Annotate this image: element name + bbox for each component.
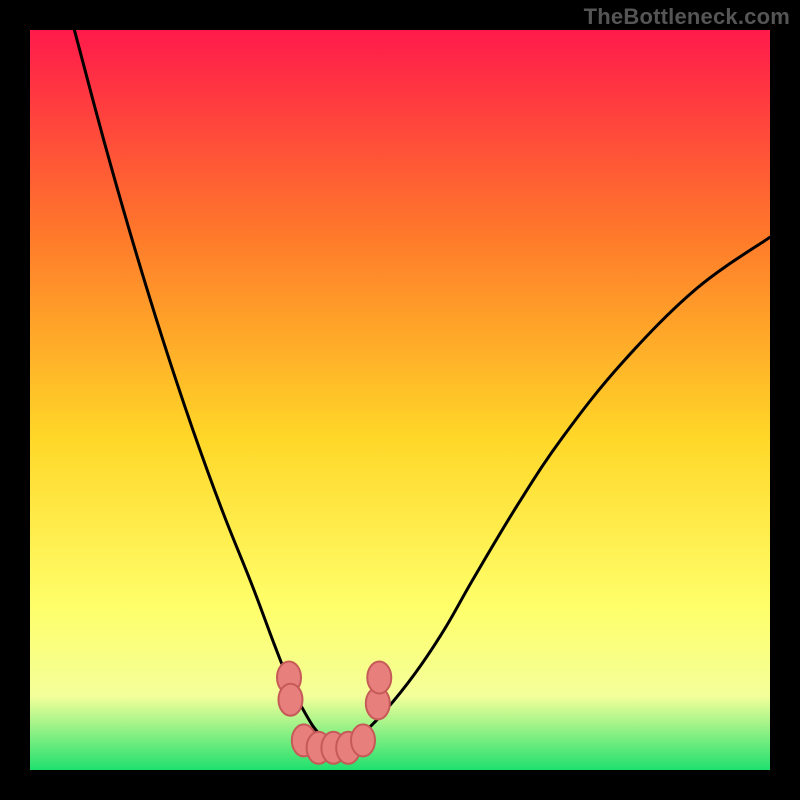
watermark-text: TheBottleneck.com	[584, 4, 790, 30]
bottleneck-chart	[30, 30, 770, 770]
curve-marker	[351, 724, 375, 756]
curve-marker	[367, 662, 391, 694]
gradient-background	[30, 30, 770, 770]
curve-marker	[278, 684, 302, 716]
chart-frame: TheBottleneck.com	[0, 0, 800, 800]
